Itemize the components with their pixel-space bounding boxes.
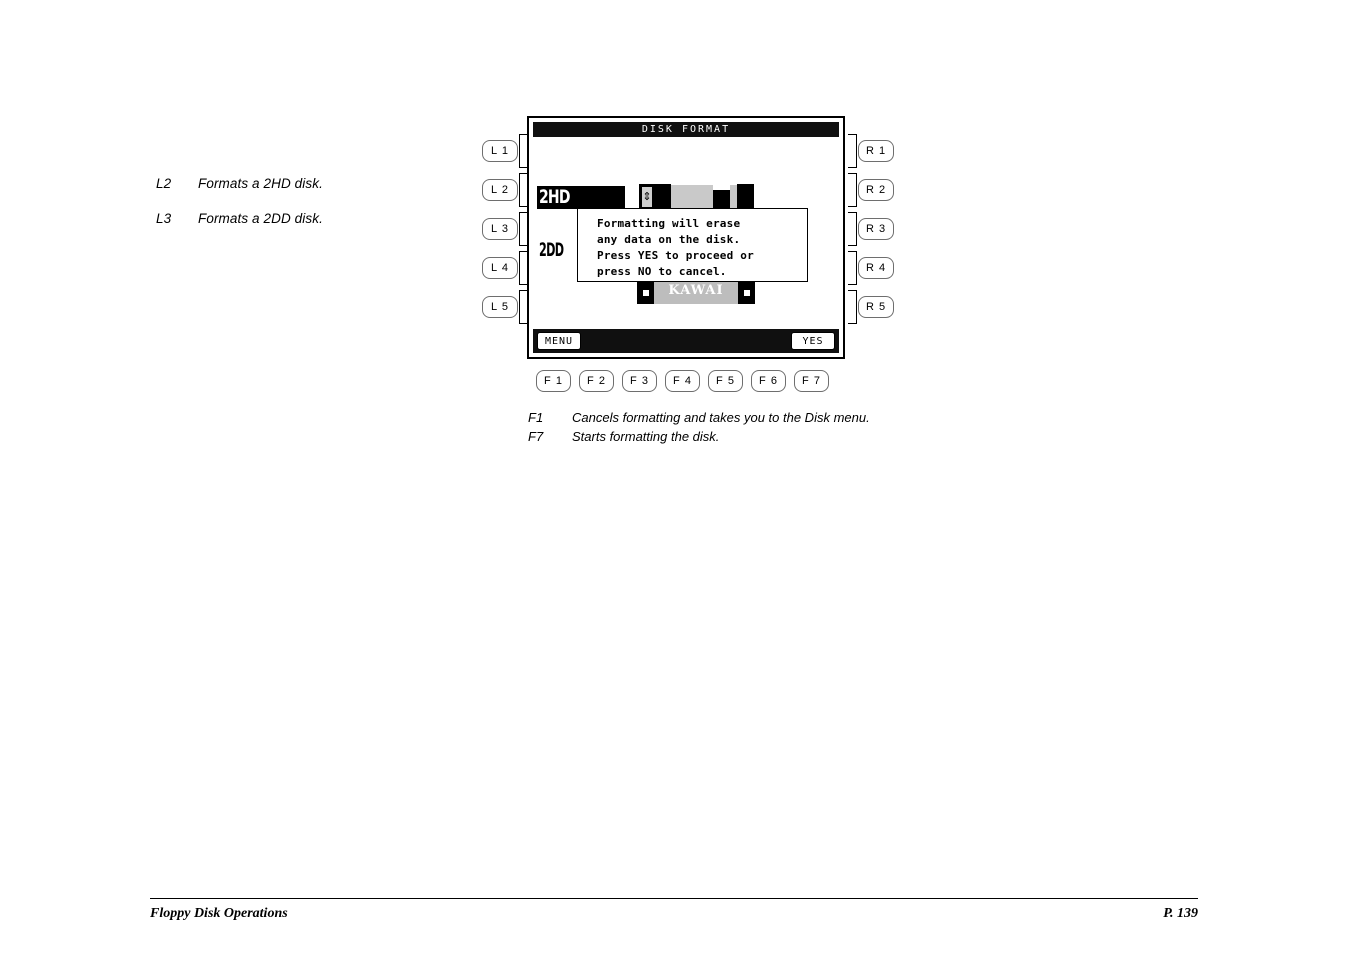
footer-section-title: Floppy Disk Operations [150, 906, 288, 921]
side-key-l3[interactable]: L 3 [482, 218, 518, 240]
side-key-l4[interactable]: L 4 [482, 257, 518, 279]
dialog-line: Formatting will erase [597, 217, 741, 230]
confirmation-dialog: Formatting will erase any data on the di… [577, 208, 808, 282]
side-key-l1[interactable]: L 1 [482, 140, 518, 162]
lcd-screen: DISK FORMAT ⇕ KAWAI 2HD 2DD Formatting w… [527, 116, 845, 359]
note-key-label: L3 [156, 210, 172, 226]
function-key-f4[interactable]: F 4 [665, 370, 700, 392]
dialog-line: any data on the disk. [597, 233, 741, 246]
note-row: L2 Formats a 2HD disk. [156, 176, 456, 193]
side-key-l5[interactable]: L 5 [482, 296, 518, 318]
caption-key-label: F1 [528, 410, 544, 425]
page-footer: Floppy Disk Operations P. 139 [150, 906, 1198, 922]
note-key-label: L2 [156, 176, 172, 191]
caption-key-label: F7 [528, 429, 544, 444]
side-key-r4[interactable]: R 4 [858, 257, 894, 279]
side-key-r2[interactable]: R 2 [858, 179, 894, 201]
bracket-connector-r1 [848, 134, 857, 168]
caption-row: F1 Cancels formatting and takes you to t… [528, 408, 1048, 427]
lcd-screen-body: ⇕ KAWAI 2HD 2DD Formatting will erase an… [533, 139, 839, 325]
footer-divider [150, 898, 1198, 899]
left-key-notes: L2 Formats a 2HD disk. L3 Formats a 2DD … [156, 176, 456, 246]
function-key-f6[interactable]: F 6 [751, 370, 786, 392]
bracket-connector-r5 [848, 290, 857, 324]
floppy-shutter-left: ⇕ [639, 184, 671, 210]
lcd-softkey-bar: MENU YES [533, 329, 839, 353]
option-2hd-label: 2HD [539, 186, 571, 208]
function-key-f3[interactable]: F 3 [622, 370, 657, 392]
softkey-yes[interactable]: YES [791, 332, 835, 350]
bracket-connector-r4 [848, 251, 857, 285]
softkey-menu[interactable]: MENU [537, 332, 581, 350]
floppy-shutter-notch [713, 190, 730, 210]
side-key-r3[interactable]: R 3 [858, 218, 894, 240]
dialog-line: Press YES to proceed or [597, 249, 754, 262]
caption-description: Cancels formatting and takes you to the … [572, 410, 870, 425]
dialog-line: press NO to cancel. [597, 265, 727, 278]
side-key-r1[interactable]: R 1 [858, 140, 894, 162]
function-key-f5[interactable]: F 5 [708, 370, 743, 392]
footer-page-number: P. 139 [1163, 906, 1198, 921]
option-2dd-label: 2DD [539, 239, 564, 261]
function-key-row: F 1 F 2 F 3 F 4 F 5 F 6 F 7 [536, 370, 829, 392]
up-down-arrow-icon: ⇕ [642, 187, 652, 207]
option-2dd[interactable]: 2DD [539, 239, 569, 261]
note-description: Formats a 2DD disk. [198, 210, 323, 226]
function-key-caption: F1 Cancels formatting and takes you to t… [528, 408, 1048, 446]
function-key-f1[interactable]: F 1 [536, 370, 571, 392]
bracket-connector-r2 [848, 173, 857, 207]
floppy-shutter-mid [671, 185, 713, 208]
floppy-label-area: KAWAI [637, 281, 755, 304]
floppy-shutter: ⇕ [637, 184, 755, 210]
function-key-f2[interactable]: F 2 [579, 370, 614, 392]
floppy-shutter-right [737, 184, 754, 210]
option-2hd-selected[interactable]: 2HD [537, 186, 625, 209]
side-key-l2[interactable]: L 2 [482, 179, 518, 201]
kawai-brand-label: KAWAI [668, 283, 724, 298]
note-row: L3 Formats a 2DD disk. [156, 211, 456, 228]
lcd-title-bar: DISK FORMAT [533, 122, 839, 137]
bracket-connector-r3 [848, 212, 857, 246]
caption-row: F7 Starts formatting the disk. [528, 427, 1048, 446]
device-panel-illustration: L 1 L 2 L 3 L 4 L 5 R 1 R 2 R 3 R 4 R 5 … [478, 112, 898, 402]
side-key-r5[interactable]: R 5 [858, 296, 894, 318]
caption-description: Starts formatting the disk. [572, 429, 720, 444]
note-description: Formats a 2HD disk. [198, 176, 323, 191]
function-key-f7[interactable]: F 7 [794, 370, 829, 392]
